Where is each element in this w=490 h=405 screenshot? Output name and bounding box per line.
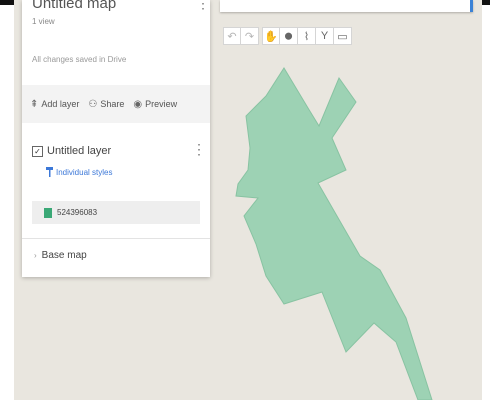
feature-item[interactable]: 524396083 [32,201,200,224]
redo-button[interactable]: ↷ [241,27,259,45]
draw-line-button[interactable]: ⌇ [298,27,316,45]
directions-icon: Y [320,30,329,42]
map-views-count: 1 view [32,17,55,26]
layer-row: ✓ Untitled layer [32,145,111,157]
preview-icon: ◉ [133,98,143,110]
map-polygon[interactable] [235,67,433,400]
share-icon: ⚇ [88,98,98,110]
layers-panel: Untitled map ⋮ 1 view All changes saved … [22,0,210,277]
ruler-icon: ▭ [337,30,348,43]
paint-roller-icon [46,167,53,177]
marker-icon: ⬤ [284,33,293,40]
hand-icon: ✋ [264,30,278,43]
layer-name[interactable]: Untitled layer [47,145,111,157]
layer-visibility-checkbox[interactable]: ✓ [32,145,43,157]
layer-options-icon[interactable]: ⋮ [192,142,206,156]
individual-styles-link[interactable]: Individual styles [46,167,112,177]
redo-icon: ↷ [244,30,255,43]
add-layer-icon: ⇞ [30,98,39,110]
individual-styles-label: Individual styles [56,167,113,177]
share-label: Share [100,99,125,109]
chevron-right-icon[interactable]: › [34,251,37,260]
undo-redo-group: ↶ ↷ [223,27,259,45]
add-marker-button[interactable]: ⬤ [280,27,298,45]
panel-divider [22,238,210,239]
add-layer-label: Add layer [41,99,80,109]
share-button[interactable]: ⚇ Share [88,99,124,110]
add-layer-button[interactable]: ⇞ Add layer [30,99,79,110]
map-actions-bar: ⇞ Add layer ⚇ Share ◉ Preview [22,85,210,123]
map-options-icon[interactable]: ⋮ [196,0,210,10]
tools-group: ✋ ⬤ ⌇ Y ▭ [262,27,352,45]
search-input[interactable] [220,0,473,12]
add-directions-button[interactable]: Y [316,27,334,45]
base-map-row[interactable]: › Base map [34,250,87,261]
undo-button[interactable]: ↶ [223,27,241,45]
preview-label: Preview [145,99,178,109]
draw-line-icon: ⌇ [303,30,310,43]
map-title[interactable]: Untitled map [32,0,116,12]
feature-label: 524396083 [57,208,98,217]
undo-icon: ↶ [227,30,237,43]
save-status: All changes saved in Drive [32,55,127,64]
base-map-label: Base map [41,250,87,261]
map-toolbar: ↶ ↷ ✋ ⬤ ⌇ Y ▭ [223,27,352,45]
select-items-button[interactable]: ✋ [262,27,280,45]
polygon-swatch-icon[interactable] [44,207,52,218]
measure-button[interactable]: ▭ [334,27,352,45]
preview-button[interactable]: ◉ Preview [133,99,177,110]
